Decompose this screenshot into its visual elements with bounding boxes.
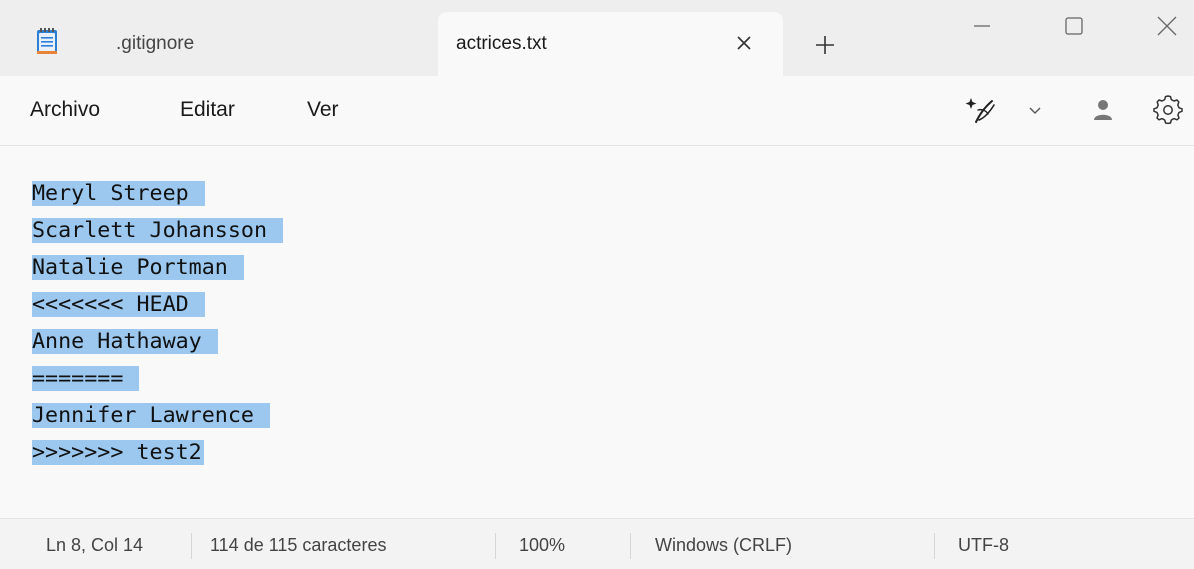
editor-line: <<<<<<< HEAD <box>32 286 1194 323</box>
tab-actrices[interactable]: actrices.txt <box>438 12 783 76</box>
status-cursor-position: Ln 8, Col 14 <box>46 535 144 555</box>
status-encoding[interactable]: UTF-8 <box>958 535 1009 556</box>
status-zoom[interactable]: 100% <box>519 535 565 556</box>
minimize-icon[interactable] <box>962 10 1002 44</box>
plus-icon[interactable] <box>810 30 840 60</box>
editor-line: Meryl Streep <box>32 175 1194 212</box>
menu-bar: Archivo Editar Ver <box>0 76 1194 146</box>
notepad-icon <box>37 28 57 54</box>
status-line-ending[interactable]: Windows (CRLF) <box>655 535 792 556</box>
close-icon[interactable] <box>1147 10 1187 44</box>
status-bar: Ln 8, Col 14 114 de 115 caracteres 100% … <box>0 518 1194 569</box>
menu-archivo[interactable]: Archivo <box>30 98 100 122</box>
account-icon[interactable] <box>1090 96 1116 124</box>
text-editor[interactable]: Meryl Streep Scarlett Johansson Natalie … <box>0 147 1194 517</box>
tab-label: .gitignore <box>116 33 195 54</box>
title-bar: .gitignore actrices.txt <box>0 0 1194 76</box>
status-divider <box>630 533 631 559</box>
editor-line: Natalie Portman <box>32 249 1194 286</box>
gear-icon[interactable] <box>1152 94 1184 126</box>
chevron-down-icon[interactable] <box>1027 104 1043 118</box>
notepad-window: .gitignore actrices.txt Archivo Editar V… <box>0 0 1194 569</box>
copilot-sparkle-icon[interactable] <box>964 96 998 126</box>
status-divider <box>495 533 496 559</box>
editor-line: ======= <box>32 360 1194 397</box>
status-divider <box>934 533 935 559</box>
maximize-icon[interactable] <box>1054 10 1094 44</box>
tab-label: actrices.txt <box>456 33 547 54</box>
tab-gitignore[interactable]: .gitignore <box>96 12 436 76</box>
editor-line: >>>>>>> test2 <box>32 440 204 465</box>
editor-line: Anne Hathaway <box>32 323 1194 360</box>
editor-line: Scarlett Johansson <box>32 212 1194 249</box>
close-icon[interactable] <box>733 32 755 54</box>
status-divider <box>191 533 192 559</box>
menu-ver[interactable]: Ver <box>307 98 339 122</box>
editor-line: Jennifer Lawrence <box>32 397 1194 434</box>
menu-editar[interactable]: Editar <box>180 98 235 122</box>
status-character-count: 114 de 115 caracteres <box>210 535 387 555</box>
